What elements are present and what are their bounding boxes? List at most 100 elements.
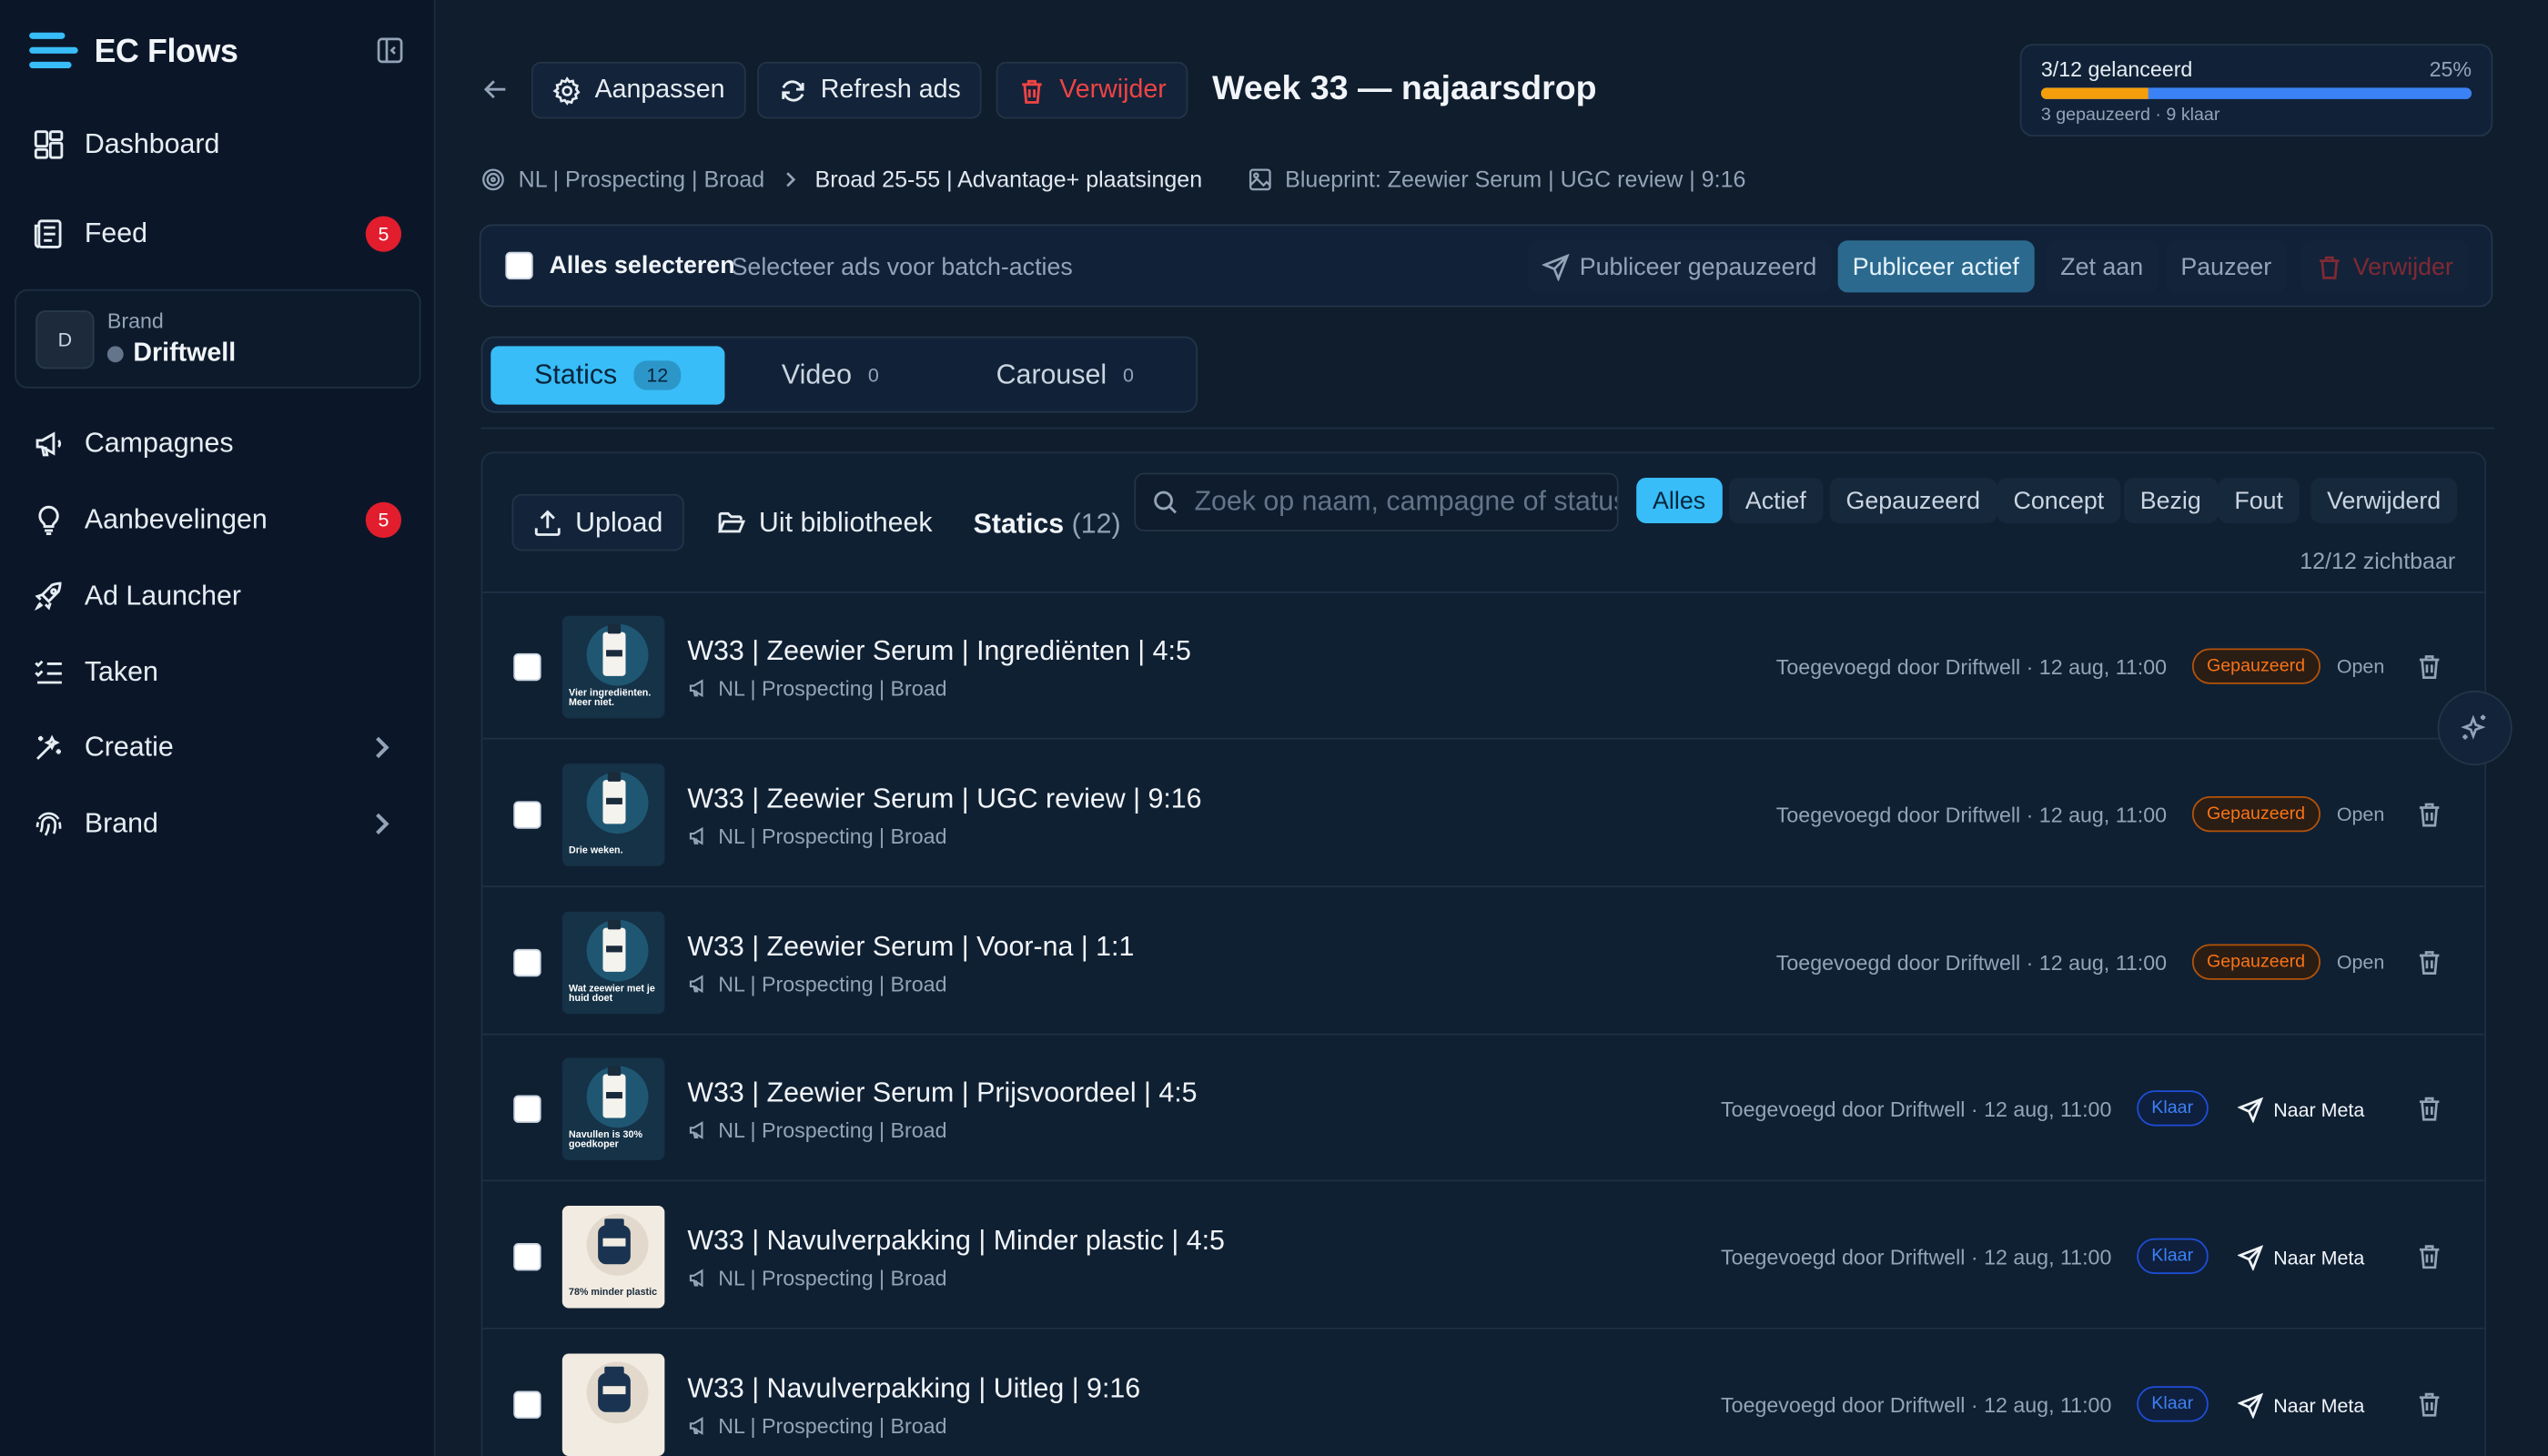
trash-icon[interactable] bbox=[2415, 1241, 2444, 1270]
sidebar-item-feed[interactable]: Feed 5 bbox=[33, 205, 402, 263]
open-link[interactable]: Open bbox=[2337, 803, 2384, 825]
trash-icon[interactable] bbox=[2415, 800, 2444, 829]
thumbnail-caption: Vier ingrediënten. Meer niet. bbox=[568, 689, 652, 709]
brand-switcher[interactable]: D Brand Driftwell bbox=[15, 288, 421, 389]
trash-icon[interactable] bbox=[2415, 947, 2444, 976]
refresh-ads-button[interactable]: Refresh ads bbox=[757, 61, 983, 119]
added-by-meta: Toegevoegd door Driftwell · 12 aug, 11:0… bbox=[1721, 1244, 2112, 1269]
ad-title[interactable]: W33 | Zeewier Serum | Prijsvoordeel | 4:… bbox=[687, 1077, 1197, 1110]
filter-alles[interactable]: Alles bbox=[1636, 477, 1722, 523]
ad-thumbnail[interactable]: Vier ingrediënten. Meer niet. bbox=[561, 615, 665, 719]
sidebar-item-label: Campagnes bbox=[84, 427, 234, 459]
progress-bar bbox=[2040, 87, 2472, 99]
back-arrow-icon[interactable] bbox=[481, 75, 511, 104]
row-checkbox[interactable] bbox=[513, 801, 541, 829]
ad-campaign-text: NL | Prospecting | Broad bbox=[718, 1117, 947, 1143]
send-to-meta-label: Naar Meta bbox=[2273, 1098, 2365, 1122]
trash-icon[interactable] bbox=[2415, 1094, 2444, 1123]
sidebar-item-brand[interactable]: Brand bbox=[33, 794, 401, 853]
batch-delete-button[interactable]: Verwijder bbox=[2300, 240, 2468, 293]
send-to-meta-button[interactable]: Naar Meta bbox=[2237, 1392, 2364, 1419]
ad-title[interactable]: W33 | Zeewier Serum | UGC review | 9:16 bbox=[687, 784, 1201, 816]
ad-thumbnail[interactable]: Navullen is 30% goedkoper bbox=[561, 1057, 665, 1160]
ad-campaign: NL | Prospecting | Broad bbox=[687, 824, 947, 848]
tab-carousel[interactable]: Carousel 0 bbox=[954, 346, 1176, 404]
table-row[interactable]: Vier ingrediënten. Meer niet. W33 | Zeewi… bbox=[482, 593, 2485, 740]
ai-assistant-button[interactable] bbox=[2437, 690, 2513, 766]
upload-label: Upload bbox=[575, 506, 663, 538]
sidebar-item-label: Creatie bbox=[84, 731, 174, 763]
trash-icon[interactable] bbox=[2415, 1390, 2444, 1419]
tab-label: Carousel bbox=[996, 359, 1107, 390]
sidebar-item-aanbevelingen[interactable]: Aanbevelingen 5 bbox=[33, 490, 402, 549]
table-row[interactable]: Navullen is 30% goedkoper W33 | Zeewier S… bbox=[482, 1035, 2485, 1182]
table-row[interactable]: 78% minder plastic W33 | Navulverpakking … bbox=[482, 1183, 2485, 1330]
delete-label: Verwijder bbox=[1059, 76, 1167, 104]
batch-delete-label: Verwijder bbox=[2352, 252, 2453, 281]
delete-button[interactable]: Verwijder bbox=[996, 61, 1188, 119]
ad-thumbnail[interactable] bbox=[561, 1353, 665, 1456]
sidebar-item-label: Taken bbox=[84, 656, 158, 688]
search-input[interactable] bbox=[1178, 474, 1617, 531]
send-to-meta-button[interactable]: Naar Meta bbox=[2237, 1245, 2364, 1271]
trash-icon[interactable] bbox=[2415, 652, 2444, 681]
upload-button[interactable]: Upload bbox=[511, 493, 684, 551]
edit-button[interactable]: Aanpassen bbox=[531, 61, 746, 119]
tab-statics[interactable]: Statics 12 bbox=[490, 346, 725, 405]
row-checkbox[interactable] bbox=[513, 1390, 541, 1419]
ad-thumbnail[interactable]: Wat zeewier met je huid doet bbox=[561, 911, 665, 1015]
breadcrumb-campaign[interactable]: NL | Prospecting | Broad bbox=[519, 166, 765, 192]
search-box bbox=[1134, 472, 1619, 531]
library-button[interactable]: Uit bibliotheek bbox=[697, 494, 952, 551]
chevron-right-icon bbox=[376, 813, 389, 834]
logo-icon bbox=[29, 31, 78, 73]
filter-gepauzeerd[interactable]: Gepauzeerd bbox=[1829, 477, 1997, 523]
filter-concept[interactable]: Concept bbox=[1997, 477, 2121, 523]
filter-verwijderd[interactable]: Verwijderd bbox=[2310, 477, 2458, 523]
row-checkbox[interactable] bbox=[513, 652, 541, 682]
publish-active-button[interactable]: Publiceer actief bbox=[1837, 240, 2034, 293]
ad-title[interactable]: W33 | Zeewier Serum | Ingrediënten | 4:5 bbox=[687, 635, 1190, 668]
pause-button[interactable]: Pauzeer bbox=[2166, 240, 2287, 293]
breadcrumb-adset[interactable]: Broad 25-55 | Advantage+ plaatsingen bbox=[815, 166, 1203, 192]
thumbnail-caption: Wat zeewier met je huid doet bbox=[568, 985, 655, 1005]
select-all-label[interactable]: Alles selecteren bbox=[550, 252, 735, 279]
thumbnail-caption: Navullen is 30% goedkoper bbox=[568, 1130, 642, 1151]
sidebar-item-taken[interactable]: Taken bbox=[33, 643, 401, 702]
sidebar-collapse-icon[interactable] bbox=[375, 35, 404, 65]
sidebar-item-label: Brand bbox=[84, 807, 158, 839]
turn-on-button[interactable]: Zet aan bbox=[2046, 240, 2159, 293]
filter-actief[interactable]: Actief bbox=[1728, 477, 1823, 523]
filter-fout[interactable]: Fout bbox=[2218, 477, 2300, 523]
select-all-checkbox[interactable] bbox=[505, 251, 533, 280]
ad-title[interactable]: W33 | Zeewier Serum | Voor-na | 1:1 bbox=[687, 931, 1134, 964]
send-to-meta-button[interactable]: Naar Meta bbox=[2237, 1097, 2365, 1123]
breadcrumb-blueprint[interactable]: Blueprint: Zeewier Serum | UGC review | … bbox=[1285, 166, 1745, 192]
open-link[interactable]: Open bbox=[2337, 951, 2384, 974]
table-row[interactable]: W33 | Navulverpakking | Uitleg | 9:16 NL … bbox=[482, 1330, 2484, 1456]
filter-bezig[interactable]: Bezig bbox=[2123, 477, 2218, 523]
trash-icon bbox=[2320, 255, 2340, 278]
sidebar-item-dashboard[interactable]: Dashboard bbox=[33, 116, 401, 174]
status-badge: Klaar bbox=[2137, 1090, 2209, 1127]
edit-label: Aanpassen bbox=[594, 76, 725, 104]
ad-thumbnail[interactable]: 78% minder plastic bbox=[561, 1205, 665, 1309]
image-icon bbox=[1249, 167, 1271, 190]
tab-label: Video bbox=[781, 359, 853, 390]
ad-title[interactable]: W33 | Navulverpakking | Uitleg | 9:16 bbox=[687, 1373, 1140, 1406]
publish-paused-button[interactable]: Publiceer gepauzeerd bbox=[1527, 240, 1832, 293]
sidebar-item-creatie[interactable]: Creatie bbox=[33, 718, 401, 776]
row-checkbox[interactable] bbox=[513, 948, 541, 977]
ad-thumbnail[interactable]: Drie weken. bbox=[561, 763, 665, 866]
sidebar-item-campagnes[interactable]: Campagnes bbox=[33, 414, 401, 472]
ad-campaign: NL | Prospecting | Broad bbox=[687, 1117, 947, 1143]
row-checkbox[interactable] bbox=[513, 1243, 541, 1271]
ad-title[interactable]: W33 | Navulverpakking | Minder plastic |… bbox=[687, 1225, 1225, 1258]
table-row[interactable]: Wat zeewier met je huid doet W33 | Zeewie… bbox=[482, 889, 2485, 1036]
app-logo[interactable]: EC Flows bbox=[29, 31, 238, 73]
row-checkbox[interactable] bbox=[513, 1095, 541, 1123]
open-link[interactable]: Open bbox=[2337, 655, 2384, 678]
sidebar-item-ad-launcher[interactable]: Ad Launcher bbox=[33, 567, 401, 625]
tab-video[interactable]: Video 0 bbox=[739, 346, 921, 404]
table-row[interactable]: Drie weken. W33 | Zeewier Serum | UGC rev… bbox=[482, 741, 2485, 887]
